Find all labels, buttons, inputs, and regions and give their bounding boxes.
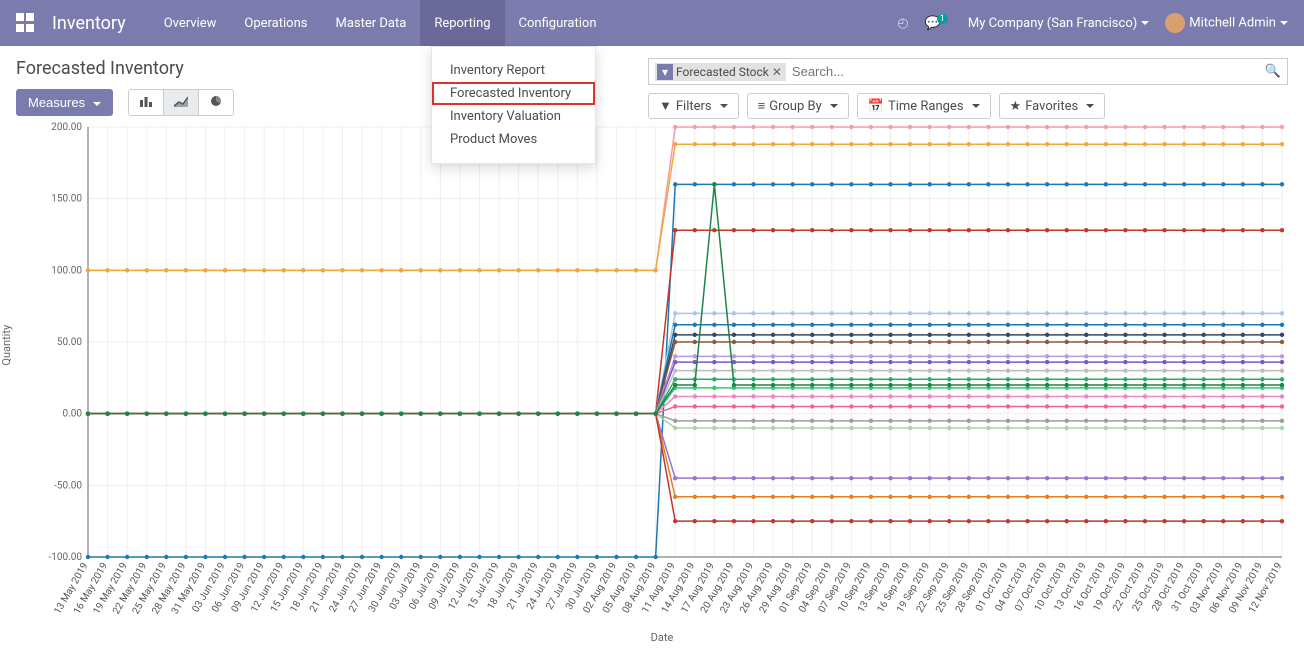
topbar-right: ◴ 💬1 My Company (San Francisco) Mitchell… [897, 13, 1288, 33]
dropdown-inventory-report[interactable]: Inventory Report [432, 59, 595, 82]
filters-button[interactable]: ▼ Filters [648, 93, 739, 119]
svg-text:-100.00: -100.00 [48, 552, 82, 563]
top-menu: OverviewOperationsMaster DataReportingCo… [150, 0, 611, 46]
avatar-icon [1165, 13, 1185, 33]
svg-text:150.00: 150.00 [51, 194, 82, 205]
user-menu[interactable]: Mitchell Admin [1165, 13, 1288, 33]
timeranges-button[interactable]: 📅 Time Ranges [857, 93, 991, 119]
chart-type-switch [128, 89, 234, 116]
menu-master-data[interactable]: Master Data [321, 0, 420, 46]
pie-chart-button[interactable] [199, 90, 233, 115]
menu-overview[interactable]: Overview [150, 0, 231, 46]
svg-text:0.00: 0.00 [63, 409, 83, 420]
company-switcher[interactable]: My Company (San Francisco) [968, 16, 1149, 31]
search-icon[interactable]: 🔍 [1265, 64, 1281, 79]
svg-text:200.00: 200.00 [51, 122, 82, 133]
menu-reporting[interactable]: Reporting [420, 0, 504, 46]
forecast-chart: -100.00 -50.00 0.00 50.00 100.00 150.00 200.00… [28, 119, 1288, 629]
topbar: Inventory OverviewOperationsMaster DataR… [0, 0, 1304, 46]
menu-operations[interactable]: Operations [230, 0, 321, 46]
activity-icon[interactable]: ◴ [897, 16, 908, 31]
remove-facet-icon[interactable]: ✕ [772, 65, 782, 79]
search-box[interactable]: ▾ Forecasted Stock ✕ 🔍 [648, 58, 1288, 85]
dropdown-product-moves[interactable]: Product Moves [432, 128, 595, 151]
favorites-button[interactable]: ★ Favorites [999, 93, 1106, 119]
measures-button[interactable]: Measures [16, 89, 113, 116]
chart-area: Quantity -100.00 -50.00 0.00 50.00 100.00 150… [0, 119, 1304, 652]
y-axis-label: Quantity [0, 324, 13, 365]
bar-chart-button[interactable] [129, 90, 164, 115]
control-panel: Forecasted Inventory Measures ▾ Forecast… [0, 46, 1304, 119]
search-panel: ▾ Forecasted Stock ✕ 🔍 ▼ Filters ≡ Group… [648, 58, 1288, 119]
line-chart-button[interactable] [164, 90, 199, 115]
messaging-icon[interactable]: 💬1 [925, 16, 952, 31]
dropdown-inventory-valuation[interactable]: Inventory Valuation [432, 105, 595, 128]
search-input[interactable] [790, 62, 1261, 81]
svg-text:100.00: 100.00 [51, 265, 82, 276]
x-axis-label: Date [28, 631, 1296, 644]
filter-icon: ▾ [657, 64, 673, 80]
search-facet: ▾ Forecasted Stock ✕ [655, 63, 786, 81]
apps-icon[interactable] [16, 13, 36, 33]
groupby-button[interactable]: ≡ Group By [747, 93, 849, 119]
app-brand[interactable]: Inventory [52, 13, 150, 34]
menu-configuration[interactable]: Configuration [505, 0, 611, 46]
dropdown-forecasted-inventory[interactable]: Forecasted Inventory [432, 82, 595, 105]
reporting-dropdown: Inventory ReportForecasted InventoryInve… [431, 46, 596, 164]
svg-text:-50.00: -50.00 [54, 480, 82, 491]
svg-text:50.00: 50.00 [57, 337, 82, 348]
